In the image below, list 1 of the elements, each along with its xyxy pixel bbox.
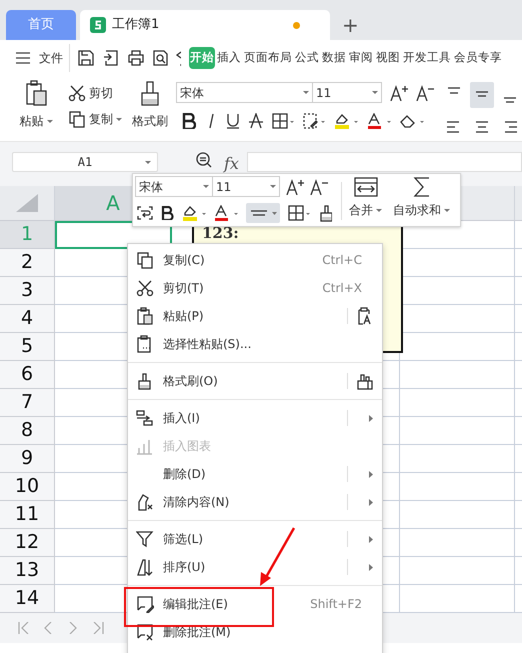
comment-text: 123: bbox=[202, 224, 239, 242]
